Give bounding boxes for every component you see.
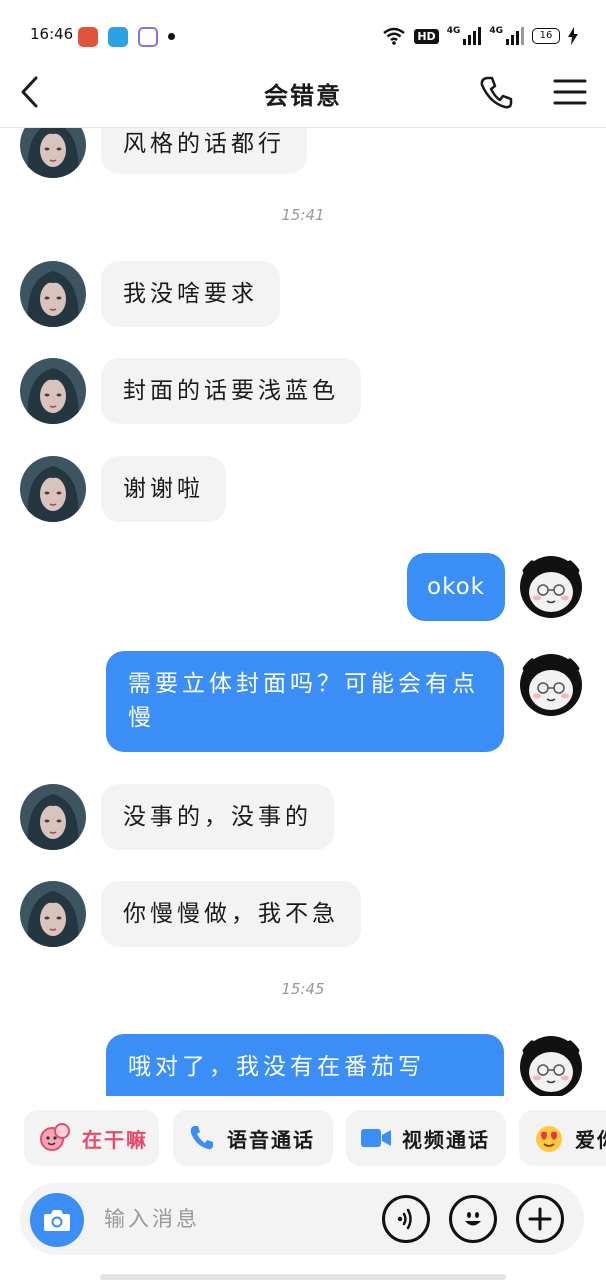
battery-icon: 16	[532, 28, 560, 44]
phone-icon	[480, 76, 513, 109]
camera-button[interactable]	[30, 1193, 84, 1247]
emoji-button[interactable]	[449, 1195, 497, 1243]
smiley-icon	[465, 1212, 481, 1226]
quick-action-label: 在干嘛	[82, 1127, 148, 1152]
contact-avatar[interactable]	[20, 261, 86, 327]
timestamp: 15:41	[281, 206, 325, 224]
message-bubble-incoming[interactable]: 谢谢啦	[101, 456, 226, 522]
video-icon	[361, 1129, 391, 1147]
message-input[interactable]	[104, 1201, 364, 1237]
hd-badge: HD	[414, 28, 439, 44]
signal-icon-2	[506, 27, 524, 45]
status-time: 16:46	[30, 25, 74, 43]
phone-icon	[190, 1126, 213, 1150]
app-icon-3	[138, 27, 158, 47]
sticker-icon	[40, 1123, 70, 1151]
message-bubble-incoming[interactable]: 你慢慢做，我不急	[101, 881, 361, 947]
add-button[interactable]	[516, 1195, 564, 1243]
menu-button[interactable]	[550, 72, 590, 112]
call-button[interactable]	[476, 72, 516, 112]
app-icon-1	[78, 27, 98, 47]
contact-avatar[interactable]	[20, 358, 86, 424]
plus-icon	[528, 1207, 552, 1231]
my-avatar[interactable]	[518, 652, 584, 718]
message-bubble-incoming[interactable]: 没事的，没事的	[101, 784, 334, 850]
timestamp: 15:45	[281, 980, 325, 998]
quick-action-chip[interactable]: 语音通话	[173, 1110, 333, 1166]
voice-wave-icon	[397, 1208, 412, 1230]
contact-avatar[interactable]	[20, 128, 86, 178]
quick-action-label: 爱你	[575, 1127, 606, 1152]
message-bubble-incoming[interactable]: 风格的话都行	[101, 128, 307, 174]
message-bubble-outgoing[interactable]: 哦对了，我没有在番茄写	[106, 1034, 504, 1096]
my-avatar[interactable]	[518, 554, 584, 620]
voice-button[interactable]	[382, 1195, 430, 1243]
charging-icon	[568, 27, 578, 45]
camera-icon	[44, 1210, 70, 1231]
quick-action-bar[interactable]: 在干嘛 语音通话 视频通话 爱你	[0, 1100, 606, 1178]
quick-action-chip[interactable]: 在干嘛	[24, 1110, 159, 1166]
quick-action-chip[interactable]: 视频通话	[346, 1110, 506, 1166]
home-indicator	[100, 1274, 506, 1280]
quick-action-label: 语音通话	[227, 1127, 315, 1152]
message-bubble-outgoing[interactable]: 需要立体封面吗？可能会有点慢	[106, 651, 504, 752]
heart-face-icon	[536, 1126, 562, 1152]
quick-action-chip[interactable]: 爱你	[519, 1110, 606, 1166]
message-list[interactable]: 风格的话都行 15:41 我没啥要求 封面的话要浅蓝色 谢谢啦 okok 需要立…	[0, 128, 606, 1096]
network-label-1: 4G	[446, 26, 461, 36]
message-bubble-incoming[interactable]: 封面的话要浅蓝色	[101, 358, 361, 424]
wifi-icon	[383, 27, 406, 45]
hamburger-icon	[553, 79, 587, 105]
message-bubble-incoming[interactable]: 我没啥要求	[101, 261, 280, 327]
signal-icon-1	[463, 27, 482, 45]
quick-action-label: 视频通话	[402, 1127, 490, 1152]
notification-dot	[168, 33, 175, 40]
contact-avatar[interactable]	[20, 784, 86, 850]
chat-header: 会错意	[0, 58, 606, 128]
contact-avatar[interactable]	[20, 456, 86, 522]
network-label-2: 4G	[489, 26, 503, 36]
app-icon-2	[108, 27, 128, 47]
contact-avatar[interactable]	[20, 881, 86, 947]
my-avatar[interactable]	[518, 1034, 584, 1096]
message-input-bar	[20, 1183, 584, 1255]
message-bubble-outgoing[interactable]: okok	[407, 553, 505, 621]
